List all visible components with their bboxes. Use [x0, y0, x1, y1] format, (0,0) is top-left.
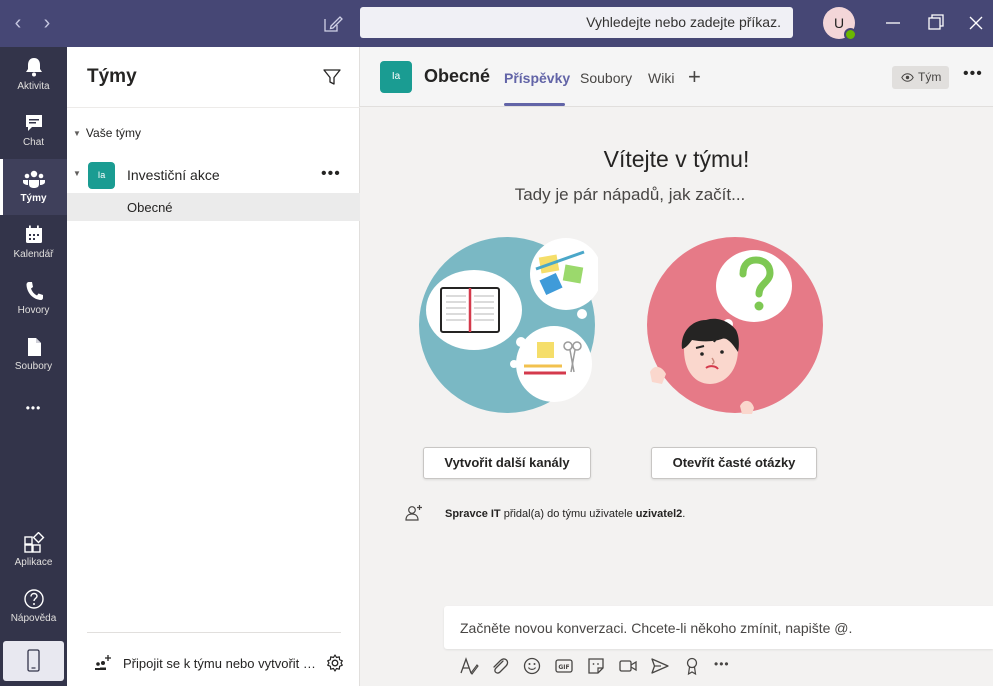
- title-bar: ‹ › Vyhledejte nebo zadejte příkaz. U: [0, 0, 993, 47]
- add-tab-icon[interactable]: +: [688, 64, 701, 90]
- rail-more-button[interactable]: •••: [0, 387, 67, 427]
- activity-end: .: [682, 508, 686, 520]
- rail-item-activity[interactable]: Aktivita: [0, 47, 67, 103]
- rail-label: Týmy: [20, 193, 47, 204]
- attach-icon[interactable]: [489, 655, 511, 677]
- rail-label: Aktivita: [17, 81, 50, 92]
- rail-label: Chat: [22, 137, 45, 148]
- phone-icon: [26, 282, 43, 300]
- rail-item-teams[interactable]: Týmy: [0, 159, 67, 215]
- compose-toolbar: GIF •••: [444, 655, 993, 679]
- bell-icon: [25, 58, 42, 77]
- rail-label: Kalendář: [13, 249, 54, 260]
- user-avatar[interactable]: U: [823, 7, 857, 41]
- team-avatar: Ia: [88, 162, 115, 189]
- praise-icon[interactable]: [681, 655, 703, 677]
- create-channels-button[interactable]: Vytvořit další kanály: [423, 447, 591, 479]
- rail-item-chat[interactable]: Chat: [0, 103, 67, 159]
- compose-placeholder: Začněte novou konverzaci. Chcete-li něko…: [460, 620, 853, 636]
- rail-item-files[interactable]: Soubory: [0, 327, 67, 383]
- app-rail: Aktivita Chat Týmy Kalendář Hovory Soubo…: [0, 47, 67, 686]
- gif-icon[interactable]: GIF: [553, 655, 575, 677]
- send-icon[interactable]: [649, 655, 671, 677]
- help-icon: [23, 589, 44, 609]
- minimize-icon[interactable]: [878, 8, 908, 38]
- mobile-app-button[interactable]: [3, 641, 64, 681]
- teams-header: Týmy: [67, 47, 360, 108]
- teams-icon: [22, 170, 45, 188]
- faq-illustration: [647, 237, 823, 414]
- avatar-initial: U: [833, 15, 845, 31]
- faq-button[interactable]: Otevřít časté otázky: [651, 447, 817, 479]
- filter-icon[interactable]: [322, 67, 342, 87]
- rail-label: Aplikace: [14, 557, 53, 568]
- more-options-icon[interactable]: •••: [321, 165, 341, 183]
- restore-icon[interactable]: [920, 8, 950, 38]
- activity-message: Spravce IT přidal(a) do týmu uživatele u…: [404, 503, 924, 525]
- caret-down-icon: ▼: [73, 129, 81, 138]
- sticker-icon[interactable]: [585, 655, 607, 677]
- active-tab-indicator: [504, 103, 565, 106]
- divider: [87, 632, 341, 633]
- calendar-icon: [25, 225, 42, 243]
- close-icon[interactable]: [961, 8, 991, 38]
- chat-icon: [25, 115, 42, 131]
- more-options-icon[interactable]: •••: [714, 657, 736, 679]
- compose-input[interactable]: Začněte novou konverzaci. Chcete-li něko…: [444, 606, 993, 649]
- rail-item-apps[interactable]: Aplikace: [0, 523, 67, 579]
- activity-actor[interactable]: Spravce IT: [445, 508, 501, 520]
- apps-icon: [23, 532, 44, 553]
- emoji-icon[interactable]: [521, 655, 543, 677]
- svg-text:GIF: GIF: [558, 664, 569, 671]
- your-teams-section[interactable]: ▼ Vaše týmy: [73, 126, 141, 140]
- activity-text: Spravce IT přidal(a) do týmu uživatele u…: [445, 508, 685, 520]
- teams-panel: Týmy ▼ Vaše týmy ▼ Ia Investiční akce •••…: [67, 47, 360, 686]
- section-label: Vaše týmy: [85, 126, 142, 140]
- join-or-create-team[interactable]: Připojit se k týmu nebo vytvořit nový: [67, 647, 360, 679]
- welcome-title: Vítejte v týmu!: [603, 146, 750, 172]
- tab-posts[interactable]: Příspěvky: [504, 70, 570, 86]
- user-added-icon: [405, 505, 422, 521]
- gear-icon[interactable]: [325, 653, 345, 673]
- team-view-button[interactable]: Tým: [892, 66, 949, 89]
- team-name: Investiční akce: [127, 167, 220, 183]
- rail-label: Nápověda: [10, 613, 57, 624]
- join-team-icon: [95, 655, 111, 670]
- format-icon[interactable]: [458, 655, 480, 677]
- rail-item-calendar[interactable]: Kalendář: [0, 215, 67, 271]
- compose-icon[interactable]: [320, 10, 346, 36]
- channel-header: Ia Obecné Příspěvky Soubory Wiki + Tým •…: [360, 47, 993, 107]
- caret-down-icon: ▼: [73, 169, 81, 178]
- file-icon: [27, 338, 41, 356]
- tab-files[interactable]: Soubory: [580, 70, 632, 86]
- forward-arrow-icon[interactable]: ›: [35, 8, 59, 38]
- activity-action: přidal(a) do týmu uživatele: [503, 508, 633, 520]
- rail-label: Soubory: [14, 361, 53, 372]
- mobile-phone-icon: [27, 649, 40, 672]
- back-arrow-icon[interactable]: ‹: [6, 8, 30, 38]
- meet-now-icon[interactable]: [617, 655, 639, 677]
- join-team-text: Připojit se k týmu nebo vytvořit nový: [123, 656, 323, 671]
- activity-target[interactable]: uzivatel2: [636, 508, 682, 520]
- channels-illustration: [419, 237, 598, 413]
- team-button-label: Tým: [918, 70, 942, 84]
- channel-title: Obecné: [424, 66, 491, 86]
- rail-item-calls[interactable]: Hovory: [0, 271, 67, 327]
- search-input[interactable]: Vyhledejte nebo zadejte příkaz.: [360, 7, 793, 38]
- rail-label: Hovory: [17, 305, 50, 316]
- rail-item-help[interactable]: Nápověda: [0, 579, 67, 635]
- teams-title: Týmy: [87, 66, 137, 87]
- presence-available-icon: [844, 28, 857, 41]
- eye-icon: [901, 73, 914, 82]
- more-icon: •••: [25, 401, 42, 415]
- team-avatar: Ia: [380, 61, 412, 93]
- channel-name: Obecné: [127, 200, 173, 215]
- welcome-subtitle: Tady je pár nápadů, jak začít...: [514, 185, 746, 204]
- more-options-icon[interactable]: •••: [963, 65, 983, 83]
- tab-wiki[interactable]: Wiki: [648, 70, 674, 86]
